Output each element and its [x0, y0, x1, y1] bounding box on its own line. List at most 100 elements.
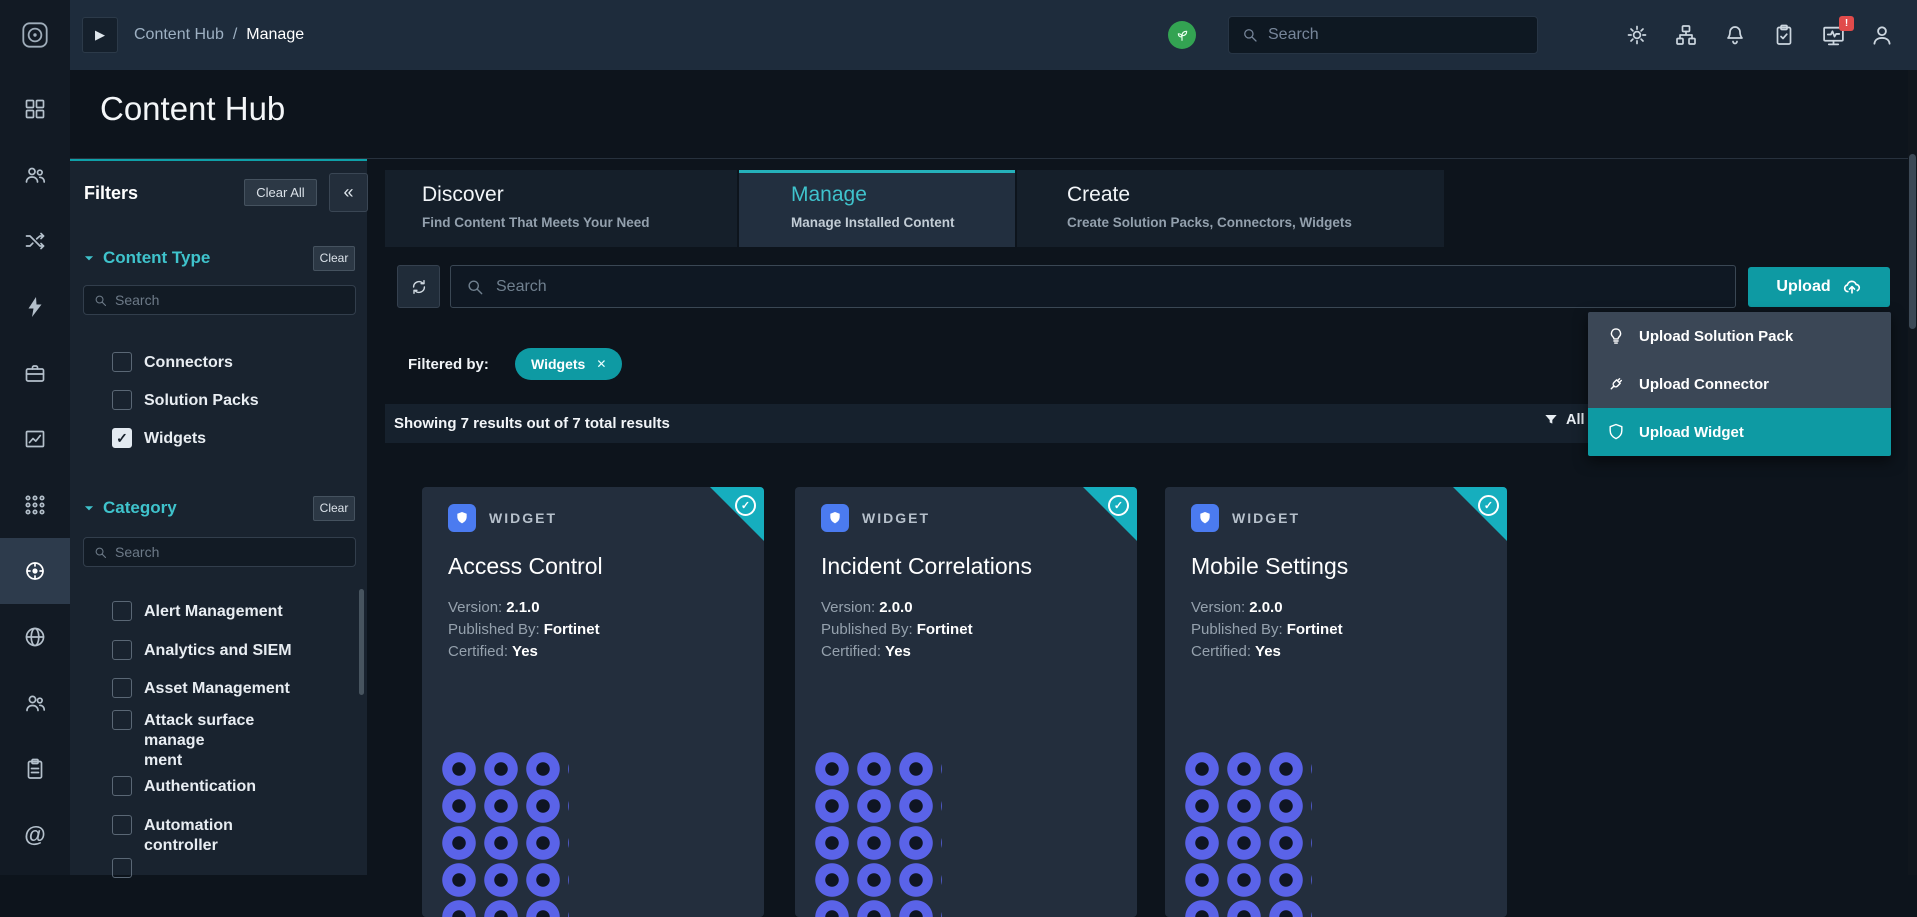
- menu-item-upload-widget[interactable]: Upload Widget: [1588, 408, 1891, 456]
- filter-chip-widgets[interactable]: Widgets ✕: [515, 348, 622, 380]
- content-card-mobile-settings[interactable]: ✓ WIDGET Mobile Settings Version:2.0.0 P…: [1165, 487, 1507, 917]
- filter-option-solution-packs[interactable]: Solution Packs: [112, 390, 259, 411]
- sidebar-item-task-management[interactable]: [0, 736, 70, 802]
- checkbox[interactable]: [112, 678, 132, 698]
- breadcrumb: Content Hub / Manage: [134, 0, 304, 70]
- clear-content-type-button[interactable]: Clear: [313, 246, 355, 271]
- checkbox[interactable]: [112, 601, 132, 621]
- filter-option-automation-controller[interactable]: Automation controller: [112, 815, 309, 856]
- category-search[interactable]: [83, 537, 356, 567]
- fortiguard-status-icon[interactable]: [1168, 21, 1196, 49]
- results-summary: Showing 7 results out of 7 total results: [394, 415, 670, 432]
- tab-create[interactable]: Create Create Solution Packs, Connectors…: [1017, 170, 1444, 247]
- content-search-input[interactable]: [496, 278, 1721, 296]
- option-label: Authentication: [144, 777, 256, 797]
- card-type-header: WIDGET: [448, 504, 557, 532]
- people-icon: [23, 691, 47, 715]
- content-card-access-control[interactable]: ✓ WIDGET Access Control Version:2.1.0 Pu…: [422, 487, 764, 917]
- sidebar-item-reports[interactable]: [0, 406, 70, 472]
- refresh-button[interactable]: [397, 265, 440, 308]
- sidebar-toggle-button[interactable]: ▶: [82, 17, 118, 53]
- user-menu-button[interactable]: [1867, 20, 1897, 50]
- filter-option-alert-management[interactable]: Alert Management: [112, 601, 283, 622]
- filter-option-asset-management[interactable]: Asset Management: [112, 678, 290, 699]
- sidebar-item-queue-management[interactable]: [0, 142, 70, 208]
- clipboard-check-icon: [1772, 23, 1796, 47]
- category-search-input[interactable]: [115, 544, 346, 560]
- checkbox[interactable]: [112, 352, 132, 372]
- checkbox-checked[interactable]: [112, 428, 132, 448]
- clear-category-button[interactable]: Clear: [313, 496, 355, 521]
- filter-option-authentication[interactable]: Authentication: [112, 776, 256, 797]
- app-logo[interactable]: [0, 0, 70, 70]
- upload-cloud-icon: [1842, 277, 1862, 297]
- card-type-badge: WIDGET: [1232, 510, 1300, 526]
- filter-option-analytics-and-siem[interactable]: Analytics and SIEM: [112, 640, 292, 661]
- sidebar-item-dashboard[interactable]: [0, 76, 70, 142]
- chevron-down-icon: [82, 251, 96, 265]
- chip-remove-icon[interactable]: ✕: [596, 357, 606, 371]
- menu-item-label: Upload Connector: [1639, 376, 1769, 393]
- checkbox[interactable]: [112, 710, 132, 730]
- menu-item-upload-connector[interactable]: Upload Connector: [1588, 360, 1891, 408]
- filter-option-widgets[interactable]: Widgets: [112, 428, 206, 449]
- page-title: Content Hub: [100, 90, 285, 128]
- content-card-incident-correlations[interactable]: ✓ WIDGET Incident Correlations Version:2…: [795, 487, 1137, 917]
- sidebar-item-applications[interactable]: [0, 472, 70, 538]
- hierarchy-button[interactable]: [1671, 20, 1701, 50]
- approvals-button[interactable]: [1769, 20, 1799, 50]
- sidebar-item-content-hub[interactable]: [0, 538, 70, 604]
- checkbox[interactable]: [112, 640, 132, 660]
- menu-item-label: Upload Solution Pack: [1639, 328, 1793, 345]
- version-value: 2.0.0: [879, 599, 912, 616]
- version-value: 2.1.0: [506, 599, 539, 616]
- option-label: Alert Management: [144, 602, 283, 622]
- connector-plug-icon: [1606, 374, 1626, 394]
- certified-label: Certified:: [448, 643, 508, 660]
- breadcrumb-current: Manage: [246, 26, 304, 44]
- installed-corner-ribbon: [1083, 487, 1137, 541]
- page-scrollbar-thumb[interactable]: [1909, 154, 1916, 329]
- results-scope-filter[interactable]: All: [1543, 412, 1585, 428]
- global-search[interactable]: [1228, 16, 1538, 54]
- clear-all-filters-button[interactable]: Clear All: [244, 179, 317, 206]
- sidebar-item-mentions[interactable]: @: [0, 802, 70, 868]
- breadcrumb-parent[interactable]: Content Hub: [134, 26, 224, 44]
- widget-preview-pattern: [811, 751, 942, 917]
- sidebar-item-user-management[interactable]: [0, 670, 70, 736]
- menu-item-upload-solution-pack[interactable]: Upload Solution Pack: [1588, 312, 1891, 360]
- installed-corner-ribbon: [710, 487, 764, 541]
- settings-button[interactable]: [1622, 20, 1652, 50]
- sidebar-item-connectors[interactable]: [0, 604, 70, 670]
- dashboard-icon: [23, 97, 47, 121]
- sidebar-item-playbooks[interactable]: [0, 208, 70, 274]
- war-room-button[interactable]: !: [1818, 20, 1848, 50]
- filter-option-partial[interactable]: [112, 858, 132, 878]
- tab-label: Manage: [791, 183, 867, 207]
- content-type-search-input[interactable]: [115, 292, 346, 308]
- filters-scrollbar-thumb[interactable]: [359, 589, 364, 695]
- sidebar-item-automation[interactable]: [0, 274, 70, 340]
- sidebar-item-resources[interactable]: [0, 340, 70, 406]
- funnel-icon: [1543, 412, 1559, 428]
- certified-value: Yes: [885, 643, 911, 660]
- checkbox[interactable]: [112, 858, 132, 878]
- global-search-input[interactable]: [1268, 26, 1525, 44]
- gear-icon: [1625, 23, 1649, 47]
- upload-button[interactable]: Upload: [1748, 267, 1890, 307]
- checkbox[interactable]: [112, 776, 132, 796]
- tab-manage[interactable]: Manage Manage Installed Content: [739, 170, 1015, 247]
- tab-discover[interactable]: Discover Find Content That Meets Your Ne…: [385, 170, 737, 247]
- collapse-filters-button[interactable]: «: [329, 173, 368, 212]
- checkbox[interactable]: [112, 815, 132, 835]
- section-title-content-type[interactable]: Content Type: [103, 248, 210, 268]
- content-search[interactable]: [450, 265, 1736, 308]
- publisher-label: Published By:: [448, 621, 540, 638]
- section-title-category[interactable]: Category: [103, 498, 177, 518]
- notifications-button[interactable]: [1720, 20, 1750, 50]
- filter-option-connectors[interactable]: Connectors: [112, 352, 233, 373]
- checkbox[interactable]: [112, 390, 132, 410]
- content-type-search[interactable]: [83, 285, 356, 315]
- filter-option-attack-surface-management[interactable]: Attack surface manage ment: [112, 710, 309, 771]
- option-label: Widgets: [144, 429, 206, 449]
